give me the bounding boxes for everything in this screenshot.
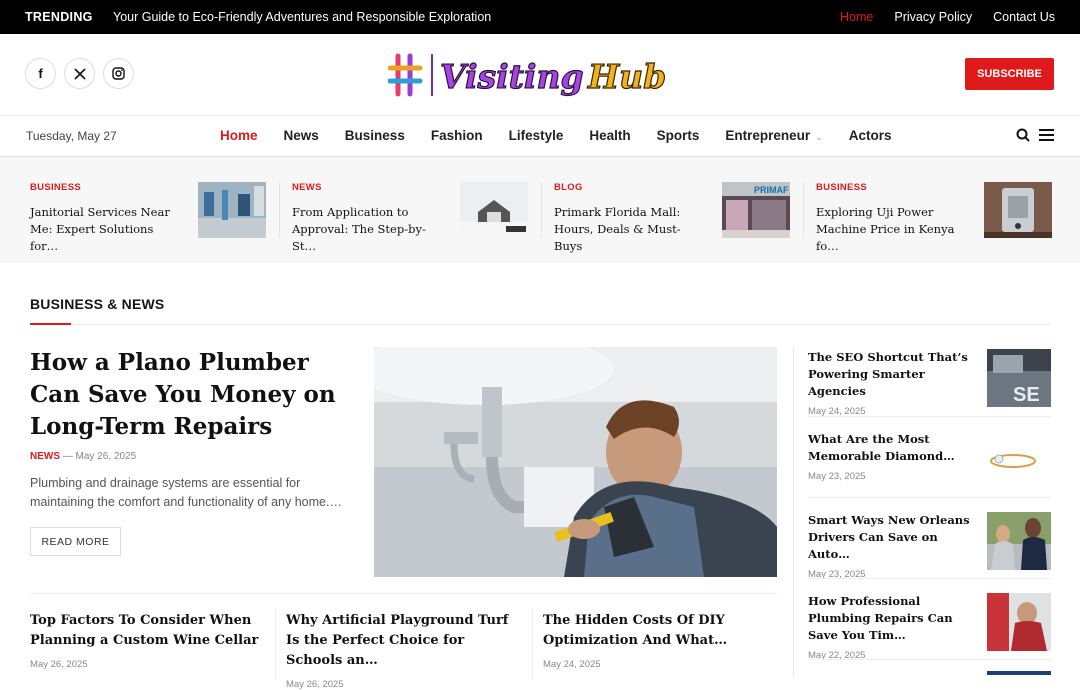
post-date: May 24, 2025 — [543, 659, 601, 670]
ticker-title[interactable]: Primark Florida Mall: Hours, Deals & Mus… — [554, 204, 702, 255]
sidebar-post[interactable]: The SEO Shortcut That’s Powering Smarter… — [808, 349, 1051, 417]
nav-item-actors[interactable]: Actors — [849, 128, 892, 143]
read-more-button[interactable]: READ MORE — [30, 527, 121, 556]
top-link-contact[interactable]: Contact Us — [993, 10, 1055, 24]
sidebar-post[interactable]: How Professional Plumbing Repairs Can Sa… — [808, 593, 1051, 661]
post-thumbnail[interactable] — [987, 671, 1051, 675]
divider — [541, 182, 542, 238]
x-icon[interactable] — [64, 58, 95, 89]
site-tagline: Your Guide to Eco-Friendly Adventures an… — [113, 10, 492, 24]
divider — [808, 497, 1051, 498]
divider — [30, 324, 1051, 325]
post-thumbnail[interactable]: SE — [987, 349, 1051, 407]
ticker-thumbnail[interactable]: PRIMAF — [722, 182, 790, 238]
section-title: BUSINESS & NEWS — [30, 296, 165, 312]
sidebar-post[interactable]: What Are the Most Memorable Diamond… May… — [808, 431, 1051, 489]
instagram-icon[interactable] — [103, 58, 134, 89]
post-thumbnail[interactable] — [987, 593, 1051, 651]
top-link-home[interactable]: Home — [840, 10, 873, 24]
ticker-item[interactable]: BLOG Primark Florida Mall: Hours, Deals … — [554, 182, 796, 253]
post-thumbnail[interactable] — [987, 512, 1051, 570]
nav-item-sports[interactable]: Sports — [657, 128, 700, 143]
svg-text:Hub: Hub — [587, 57, 666, 96]
svg-text:SE: SE — [1013, 384, 1040, 406]
ticker-title[interactable]: From Application to Approval: The Step-b… — [292, 204, 440, 255]
nav-item-lifestyle[interactable]: Lifestyle — [509, 128, 564, 143]
ticker-title[interactable]: Janitorial Services Near Me: Expert Solu… — [30, 204, 178, 255]
nav-item-entrepreneur[interactable]: Entrepreneur ⌄ — [725, 128, 822, 143]
hero-title[interactable]: How a Plano Plumber Can Save You Money o… — [30, 347, 350, 443]
search-icon[interactable] — [1016, 128, 1030, 142]
chevron-down-icon: ⌄ — [815, 132, 823, 142]
nav-item-business[interactable]: Business — [345, 128, 405, 143]
divider — [793, 347, 794, 677]
ticker-item[interactable]: BUSINESS Janitorial Services Near Me: Ex… — [30, 182, 272, 253]
current-date: Tuesday, May 27 — [26, 129, 117, 143]
nav-item-home[interactable]: Home — [220, 128, 258, 143]
divider — [532, 609, 533, 679]
nav-menu: Home News Business Fashion Lifestyle Hea… — [220, 128, 892, 143]
post-title[interactable]: The Hidden Costs Of DIY Optimization And… — [543, 611, 778, 651]
divider — [275, 609, 276, 679]
post-date: May 26, 2025 — [286, 679, 344, 690]
hero-excerpt: Plumbing and drainage systems are essent… — [30, 476, 342, 509]
divider — [279, 182, 280, 238]
ticker-item[interactable]: NEWS From Application to Approval: The S… — [292, 182, 534, 253]
grid-post[interactable]: The Hidden Costs Of DIY Optimization And… — [543, 611, 778, 670]
divider — [808, 578, 1051, 579]
top-link-privacy[interactable]: Privacy Policy — [894, 10, 972, 24]
subscribe-button[interactable]: SUBSCRIBE — [965, 58, 1054, 90]
nav-item-health[interactable]: Health — [589, 128, 630, 143]
ticker-thumbnail[interactable] — [460, 182, 528, 238]
divider — [803, 182, 804, 238]
post-title[interactable]: Top Factors To Consider When Planning a … — [30, 611, 265, 651]
post-title[interactable]: How Professional Plumbing Repairs Can Sa… — [808, 593, 974, 644]
post-title[interactable]: The SEO Shortcut That’s Powering Smarter… — [808, 349, 974, 400]
hero-category[interactable]: NEWS — [30, 451, 60, 462]
post-date: May 26, 2025 — [30, 659, 88, 670]
ticker-thumbnail[interactable] — [198, 182, 266, 238]
menu-icon[interactable] — [1039, 129, 1054, 141]
divider — [808, 416, 1051, 417]
post-title[interactable]: What Are the Most Memorable Diamond… — [808, 431, 974, 465]
site-logo[interactable]: Visiting Hub — [387, 48, 694, 102]
trending-label: TRENDING — [25, 10, 93, 24]
facebook-icon[interactable]: f — [25, 58, 56, 89]
ticker-thumbnail[interactable] — [984, 182, 1052, 238]
post-thumbnail[interactable] — [987, 431, 1051, 489]
section-accent — [30, 323, 71, 325]
svg-text:PRIMAF: PRIMAF — [754, 185, 789, 195]
divider — [30, 593, 777, 594]
site-header: f Visiting Hub SUBSCRIBE — [0, 34, 1080, 116]
post-title[interactable]: Smart Ways New Orleans Drivers Can Save … — [808, 512, 974, 563]
hero-meta: NEWS — May 26, 2025 — [30, 451, 136, 462]
main-nav: Tuesday, May 27 Home News Business Fashi… — [0, 116, 1080, 157]
grid-post[interactable]: Top Factors To Consider When Planning a … — [30, 611, 265, 670]
hero-date: — May 26, 2025 — [62, 451, 137, 462]
hero-image[interactable] — [374, 347, 777, 577]
top-links: Home Privacy Policy Contact Us — [840, 10, 1055, 24]
nav-item-fashion[interactable]: Fashion — [431, 128, 483, 143]
top-bar: TRENDING Your Guide to Eco-Friendly Adve… — [0, 0, 1080, 34]
post-title[interactable]: Why Artificial Playground Turf Is the Pe… — [286, 611, 521, 671]
nav-item-news[interactable]: News — [284, 128, 319, 143]
ticker-title[interactable]: Exploring Uji Power Machine Price in Ken… — [816, 204, 964, 255]
divider — [808, 659, 1051, 660]
nav-item-label: Entrepreneur — [725, 128, 811, 143]
sidebar-post[interactable]: Smart Ways New Orleans Drivers Can Save … — [808, 512, 1051, 580]
svg-text:Visiting: Visiting — [440, 57, 584, 96]
grid-post[interactable]: Why Artificial Playground Turf Is the Pe… — [286, 611, 521, 690]
ticker-item[interactable]: BUSINESS Exploring Uji Power Machine Pri… — [816, 182, 1058, 253]
